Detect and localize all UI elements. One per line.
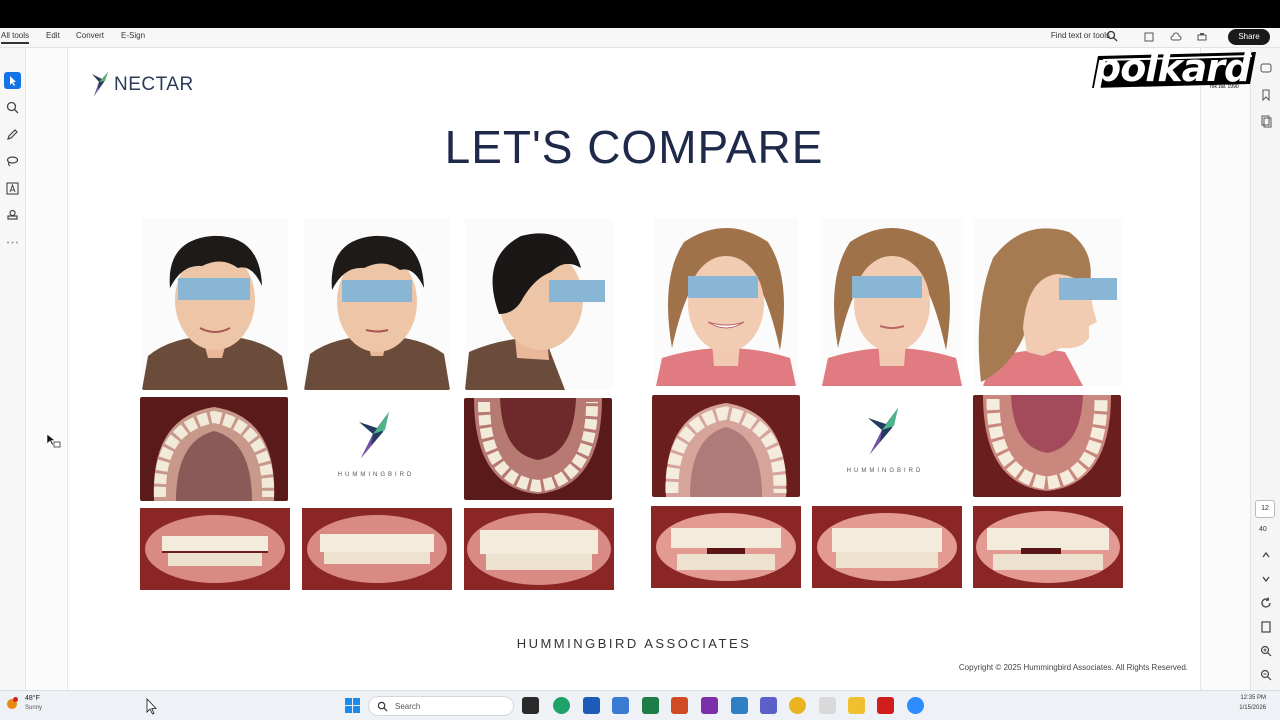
boy-frontal-open-photo xyxy=(302,508,452,590)
share-button[interactable]: Share xyxy=(1228,29,1270,45)
menu-edit[interactable]: Edit xyxy=(46,31,60,40)
acrobat-icon[interactable] xyxy=(877,697,894,714)
lasso-icon[interactable] xyxy=(4,153,21,170)
nectar-brand: NECTAR xyxy=(114,74,194,95)
weather-description[interactable]: Sunny xyxy=(25,705,42,711)
edge-browser-icon[interactable] xyxy=(553,697,570,714)
slide-copyright: Copyright © 2025 Hummingbird Associates.… xyxy=(958,663,1188,672)
girl-frontal-side-photo xyxy=(973,506,1123,588)
outlook-new-icon[interactable] xyxy=(731,697,748,714)
top-toolbar: All tools Edit Convert E-Sign Find text … xyxy=(0,28,1280,48)
slide-page: NECTAR LET'S COMPARE HUMMINGBIRD HUMMING… xyxy=(68,48,1200,690)
chevron-down-icon[interactable] xyxy=(1259,572,1273,586)
boy-upper-occlusal-photo xyxy=(140,397,288,501)
word-icon[interactable] xyxy=(583,697,600,714)
hummingbird-logo-right xyxy=(868,408,898,454)
hummingbird-caption-left: HUMMINGBIRD xyxy=(337,472,415,478)
menu-convert[interactable]: Convert xyxy=(76,31,104,40)
pages-icon[interactable] xyxy=(1259,114,1273,128)
taskbar-search-placeholder: Search xyxy=(395,702,421,711)
boy-frontal-bite-photo xyxy=(140,508,290,590)
outlook-icon[interactable] xyxy=(612,697,629,714)
windows-taskbar: 48°F Sunny Search 12:35 PM 1/15/2026 xyxy=(0,690,1280,720)
mouse-cursor-icon xyxy=(46,433,61,448)
find-text-input[interactable]: Find text or tools xyxy=(1051,31,1110,40)
girl-frontal-open-photo xyxy=(812,506,962,588)
teams-icon[interactable] xyxy=(760,697,777,714)
pen-icon[interactable] xyxy=(4,126,21,143)
onenote-icon[interactable] xyxy=(701,697,718,714)
text-box-icon[interactable] xyxy=(4,180,21,197)
upload-cloud-icon[interactable] xyxy=(1170,31,1182,43)
menu-all-tools[interactable]: All tools xyxy=(1,31,30,44)
polkard-tagline: rok zał. 1990 xyxy=(1210,84,1239,90)
right-pane xyxy=(1200,48,1250,690)
weather-sun-icon[interactable] xyxy=(5,696,19,710)
girl-front-rest-photo xyxy=(820,218,964,386)
refresh-icon[interactable] xyxy=(1259,596,1273,610)
girl-frontal-bite-photo xyxy=(651,506,801,588)
left-tool-strip xyxy=(0,48,26,690)
zoom-in-icon[interactable] xyxy=(1259,644,1273,658)
file-explorer-icon[interactable] xyxy=(848,697,865,714)
excel-icon[interactable] xyxy=(642,697,659,714)
boy-lower-occlusal-photo xyxy=(464,398,612,500)
taskbar-search-input[interactable]: Search xyxy=(368,696,514,716)
chrome-icon[interactable] xyxy=(789,697,806,714)
search-icon[interactable] xyxy=(1106,30,1118,42)
boy-profile-photo xyxy=(465,218,613,390)
task-view-icon[interactable] xyxy=(522,697,539,714)
mouse-pointer-icon xyxy=(146,698,157,715)
page-total: 40 xyxy=(1259,526,1267,533)
girl-lower-occlusal-photo xyxy=(973,395,1121,497)
select-icon[interactable] xyxy=(4,72,21,89)
zoom-app-icon[interactable] xyxy=(907,697,924,714)
weather-temperature[interactable]: 48°F xyxy=(25,695,40,702)
girl-upper-occlusal-photo xyxy=(652,395,800,497)
bookmark-icon[interactable] xyxy=(1259,88,1273,102)
search-icon xyxy=(377,701,388,712)
boy-frontal-side-photo xyxy=(464,508,614,590)
slide-footer-name: HUMMINGBIRD ASSOCIATES xyxy=(516,636,752,651)
windows-start-icon[interactable] xyxy=(344,697,361,714)
zoom-icon[interactable] xyxy=(4,99,21,116)
chevron-up-icon[interactable] xyxy=(1259,548,1273,562)
girl-front-smile-photo xyxy=(654,218,798,386)
screen: All tools Edit Convert E-Sign Find text … xyxy=(0,0,1280,720)
boy-front-smile-photo xyxy=(142,218,288,390)
page-number-input[interactable]: 12 xyxy=(1255,500,1275,518)
hummingbird-logo-left xyxy=(359,412,389,458)
girl-profile-photo xyxy=(973,218,1123,386)
left-pane xyxy=(26,48,68,690)
right-tool-strip: 12 40 xyxy=(1250,48,1280,690)
snipping-tool-icon[interactable] xyxy=(819,697,836,714)
comment-icon[interactable] xyxy=(1259,62,1273,76)
print-icon[interactable] xyxy=(1196,31,1208,43)
page-fit-icon[interactable] xyxy=(1259,620,1273,634)
zoom-out-icon[interactable] xyxy=(1259,668,1273,682)
clock-time[interactable]: 12:35 PM xyxy=(1240,695,1266,701)
stamp-icon[interactable] xyxy=(4,207,21,224)
hummingbird-caption-right: HUMMINGBIRD xyxy=(846,468,924,474)
more-icon[interactable] xyxy=(4,234,21,251)
save-icon[interactable] xyxy=(1143,31,1155,43)
powerpoint-icon[interactable] xyxy=(671,697,688,714)
clock-date[interactable]: 1/15/2026 xyxy=(1239,705,1266,711)
slide-title: LET'S COMPARE xyxy=(444,121,824,173)
boy-front-rest-photo xyxy=(304,218,450,390)
menu-esign[interactable]: E-Sign xyxy=(121,31,145,40)
